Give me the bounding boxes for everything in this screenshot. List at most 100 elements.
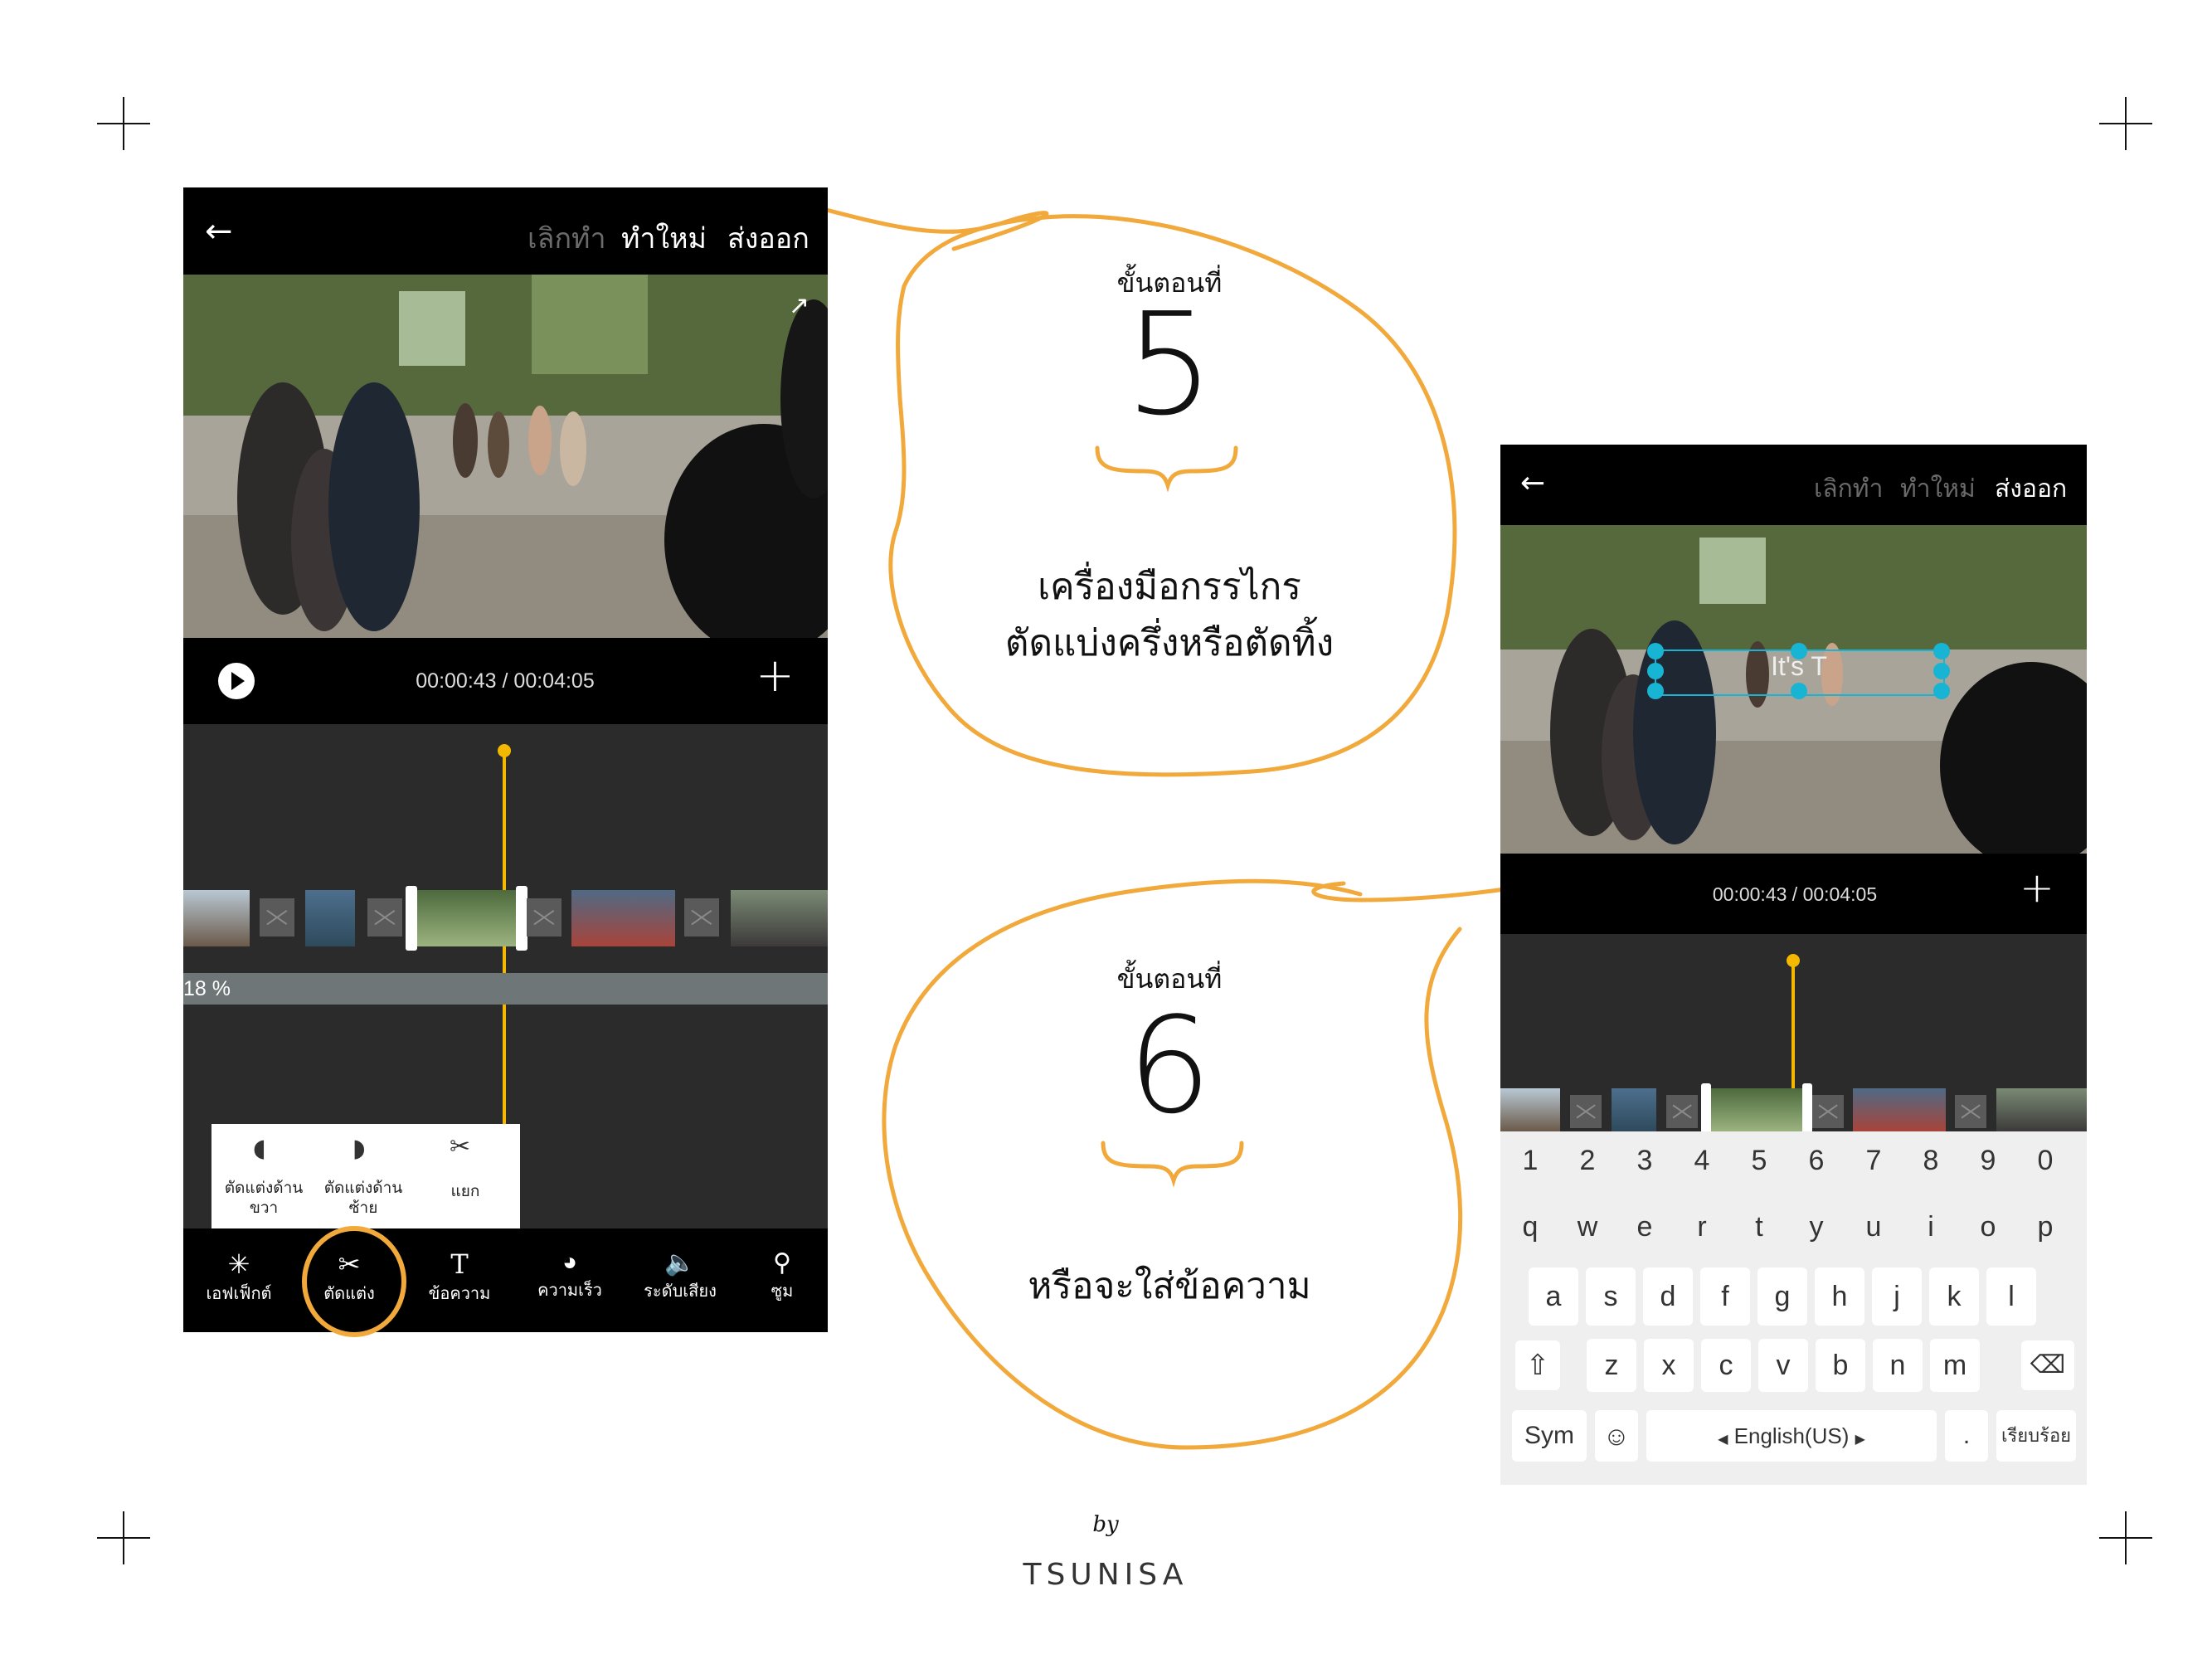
transition-placeholder[interactable] bbox=[1812, 1095, 1844, 1128]
key-w[interactable]: w bbox=[1563, 1199, 1612, 1254]
clip-thumbnail[interactable] bbox=[571, 890, 675, 946]
resize-handle[interactable] bbox=[1933, 683, 1950, 699]
redo-button[interactable]: ทำใหม่ bbox=[621, 216, 707, 260]
sym-key[interactable]: Sym bbox=[1512, 1410, 1587, 1462]
key-o[interactable]: o bbox=[1963, 1199, 2013, 1254]
trim-left-icon[interactable]: ◗ bbox=[352, 1134, 366, 1163]
key-p[interactable]: p bbox=[2020, 1199, 2070, 1254]
transition-placeholder[interactable] bbox=[1666, 1095, 1698, 1128]
toolbar-item-volume[interactable]: 🔈 ระดับเสียง bbox=[634, 1248, 726, 1304]
clip-thumbnail[interactable] bbox=[1612, 1088, 1656, 1131]
undo-button[interactable]: เลิกทำ bbox=[527, 216, 606, 260]
key-r[interactable]: r bbox=[1677, 1199, 1727, 1254]
resize-handle[interactable] bbox=[1933, 643, 1950, 659]
selected-clip-thumbnail[interactable] bbox=[413, 890, 521, 946]
key-2[interactable]: 2 bbox=[1563, 1136, 1612, 1185]
key-z[interactable]: z bbox=[1587, 1339, 1636, 1392]
clip-thumbnail[interactable] bbox=[183, 890, 250, 946]
key-l[interactable]: l bbox=[1986, 1267, 2036, 1326]
playhead[interactable] bbox=[503, 749, 506, 1147]
done-key[interactable]: เรียบร้อย bbox=[1996, 1410, 2076, 1462]
resize-handle[interactable] bbox=[1791, 643, 1807, 659]
toolbar-item-zoom[interactable]: ⚲ ซูม bbox=[737, 1248, 828, 1304]
fullscreen-icon[interactable]: ↗ bbox=[789, 291, 809, 320]
resize-handle[interactable] bbox=[1933, 663, 1950, 679]
resize-handle[interactable] bbox=[1791, 683, 1807, 699]
clip-thumbnail[interactable] bbox=[731, 890, 828, 946]
transition-placeholder[interactable] bbox=[367, 898, 402, 937]
trim-right-icon[interactable]: ◖ bbox=[253, 1134, 266, 1163]
trim-handle-left[interactable] bbox=[406, 886, 417, 951]
play-icon[interactable] bbox=[218, 663, 255, 699]
key-k[interactable]: k bbox=[1929, 1267, 1979, 1326]
clip-thumbnail[interactable] bbox=[305, 890, 355, 946]
transition-placeholder[interactable] bbox=[1955, 1095, 1986, 1128]
resize-handle[interactable] bbox=[1647, 663, 1664, 679]
selected-clip-thumbnail[interactable] bbox=[1708, 1088, 1806, 1131]
transition-placeholder[interactable] bbox=[1570, 1095, 1602, 1128]
transition-placeholder[interactable] bbox=[684, 898, 719, 937]
toolbar-item-speed[interactable]: ◕ ความเร็ว bbox=[524, 1248, 615, 1303]
toolbar-item-text[interactable]: T ข้อความ bbox=[414, 1248, 505, 1306]
key-m[interactable]: m bbox=[1930, 1339, 1980, 1392]
add-clip-icon[interactable]: + bbox=[2020, 867, 2054, 908]
key-f[interactable]: f bbox=[1700, 1267, 1750, 1326]
export-button[interactable]: ส่งออก bbox=[1995, 469, 2067, 508]
key-c[interactable]: c bbox=[1701, 1339, 1751, 1392]
key-q[interactable]: q bbox=[1505, 1199, 1555, 1254]
key-b[interactable]: b bbox=[1816, 1339, 1865, 1392]
scissors-icon[interactable]: ✂ bbox=[450, 1132, 470, 1161]
clip-thumbnail[interactable] bbox=[1996, 1088, 2087, 1131]
playhead-knob[interactable] bbox=[498, 744, 511, 757]
shift-key[interactable]: ⇧ bbox=[1515, 1340, 1560, 1390]
clip-thumbnail[interactable] bbox=[1853, 1088, 1946, 1131]
export-button[interactable]: ส่งออก bbox=[727, 216, 809, 260]
trim-handle-right[interactable] bbox=[516, 886, 527, 951]
playhead-knob[interactable] bbox=[1787, 954, 1800, 967]
key-4[interactable]: 4 bbox=[1677, 1136, 1727, 1185]
arrow-left-icon[interactable]: ← bbox=[205, 212, 233, 251]
key-g[interactable]: g bbox=[1757, 1267, 1807, 1326]
toolbar-item-effects[interactable]: ✳ เอฟเฟ็กต์ bbox=[193, 1248, 284, 1306]
key-d[interactable]: d bbox=[1643, 1267, 1693, 1326]
key-0[interactable]: 0 bbox=[2020, 1136, 2070, 1185]
key-j[interactable]: j bbox=[1872, 1267, 1922, 1326]
key-n[interactable]: n bbox=[1873, 1339, 1923, 1392]
undo-button[interactable]: เลิกทำ bbox=[1814, 469, 1883, 508]
space-key[interactable]: ◀ English(US) ▶ bbox=[1646, 1410, 1937, 1462]
key-6[interactable]: 6 bbox=[1791, 1136, 1841, 1185]
key-s[interactable]: s bbox=[1586, 1267, 1636, 1326]
key-9[interactable]: 9 bbox=[1963, 1136, 2013, 1185]
key-1[interactable]: 1 bbox=[1505, 1136, 1555, 1185]
add-clip-icon[interactable]: + bbox=[756, 653, 795, 699]
redo-button[interactable]: ทำใหม่ bbox=[1900, 469, 1976, 508]
emoji-key[interactable]: ☺ bbox=[1595, 1410, 1638, 1462]
trim-right-button[interactable]: ตัดแต่งด้านขวา bbox=[218, 1179, 309, 1219]
key-t[interactable]: t bbox=[1734, 1199, 1784, 1254]
key-h[interactable]: h bbox=[1815, 1267, 1864, 1326]
backspace-key[interactable]: ⌫ bbox=[2021, 1340, 2074, 1390]
key-v[interactable]: v bbox=[1758, 1339, 1808, 1392]
key-i[interactable]: i bbox=[1906, 1199, 1956, 1254]
arrow-left-icon[interactable]: ← bbox=[1520, 466, 1545, 500]
transition-placeholder[interactable] bbox=[527, 898, 562, 937]
resize-handle[interactable] bbox=[1647, 643, 1664, 659]
key-e[interactable]: e bbox=[1620, 1199, 1670, 1254]
key-y[interactable]: y bbox=[1791, 1199, 1841, 1254]
trim-handle-right[interactable] bbox=[1802, 1083, 1812, 1133]
clip-thumbnail[interactable] bbox=[1500, 1088, 1560, 1131]
trim-left-button[interactable]: ตัดแต่งด้านซ้าย bbox=[318, 1179, 409, 1219]
trim-handle-left[interactable] bbox=[1701, 1083, 1711, 1133]
key-7[interactable]: 7 bbox=[1849, 1136, 1898, 1185]
key-5[interactable]: 5 bbox=[1734, 1136, 1784, 1185]
key-8[interactable]: 8 bbox=[1906, 1136, 1956, 1185]
video-preview[interactable]: It's T bbox=[1500, 525, 2087, 854]
split-button[interactable]: แยก bbox=[424, 1179, 507, 1204]
key-u[interactable]: u bbox=[1849, 1199, 1898, 1254]
key-3[interactable]: 3 bbox=[1620, 1136, 1670, 1185]
period-key[interactable]: . bbox=[1945, 1410, 1988, 1462]
transition-placeholder[interactable] bbox=[260, 898, 294, 937]
key-x[interactable]: x bbox=[1644, 1339, 1694, 1392]
resize-handle[interactable] bbox=[1647, 683, 1664, 699]
video-preview[interactable]: ↗ bbox=[183, 275, 828, 638]
